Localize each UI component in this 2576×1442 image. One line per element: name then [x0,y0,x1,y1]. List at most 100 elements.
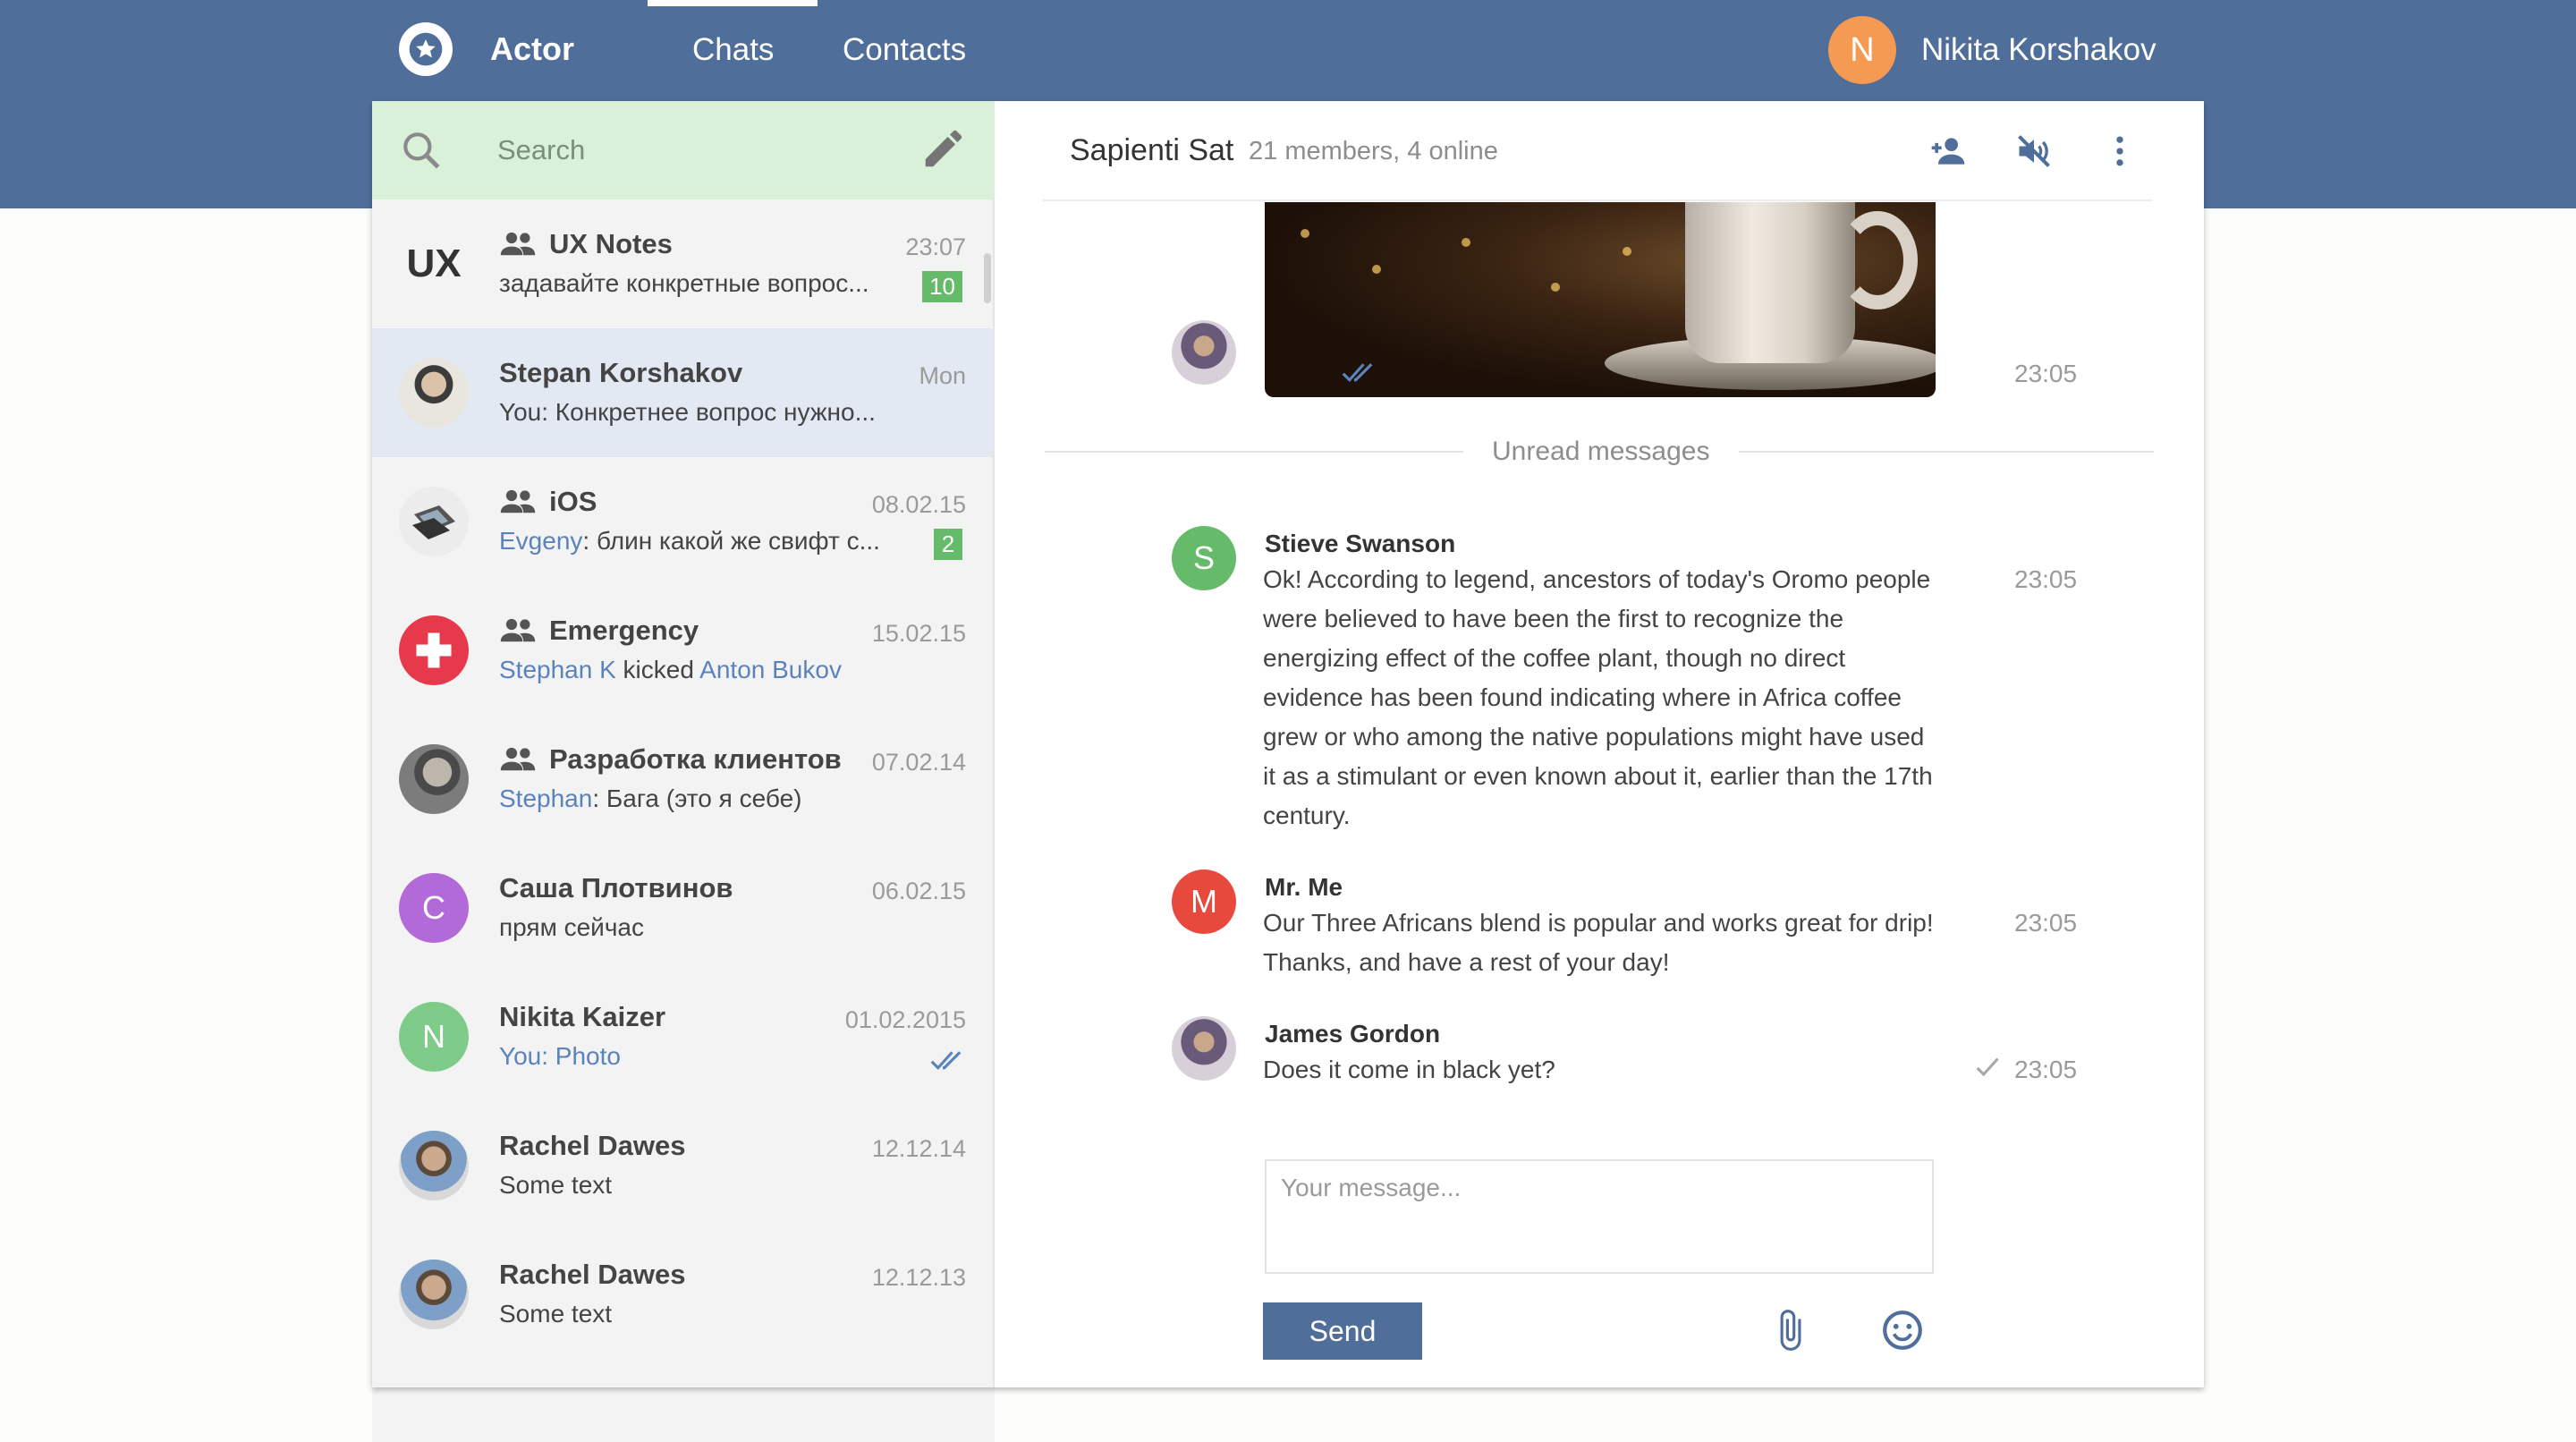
bokeh-light [1623,247,1631,256]
message-sender[interactable]: Mr. Me [1265,873,1343,902]
cup-handle-shape [1837,211,1918,310]
chat-title: Rachel Dawes [499,1130,686,1161]
group-icon [500,747,536,771]
more-options-icon[interactable] [2100,131,2140,171]
chat-avatar [399,615,469,685]
active-tab-indicator [648,0,818,6]
chat-list: UX UX Notes задавайте конкретные вопрос.… [372,199,993,1359]
chat-avatar [399,358,469,428]
preview-sender: You: Photo [499,1042,621,1070]
chat-title-row: Rachel Dawes [499,1130,686,1162]
chat-title-row: Nikita Kaizer [499,1001,665,1033]
chat-header: Sapienti Sat 21 members, 4 online [1043,101,2152,201]
message-sender[interactable]: James Gordon [1265,1020,1440,1048]
chat-avatar [399,1131,469,1200]
chat-avatar: C [399,873,469,943]
message-text: Does it come in black yet? [1263,1056,1555,1083]
chat-preview: Stephan: Бага (это я себе) [499,785,801,813]
unread-divider [1739,451,2154,453]
preview-text: kicked [615,656,700,683]
sidebar-extension [372,1387,995,1442]
message-time: 23:05 [2014,909,2078,937]
chat-time: 12.12.13 [871,1264,966,1291]
unread-badge: 10 [922,271,962,302]
chat-title-row: Rachel Dawes [499,1259,686,1291]
chat-time: 01.02.2015 [844,1006,966,1033]
chat-item[interactable]: iOS Evgeny: блин какой же свифт с... 08.… [372,457,993,586]
scrollbar-thumb[interactable] [984,253,991,303]
chat-preview: Some text [499,1300,613,1327]
chat-item[interactable]: N Nikita Kaizer You: Photo 01.02.2015 [372,972,993,1101]
tab-contacts[interactable]: Contacts [843,32,966,68]
chat-item[interactable]: Stepan Korshakov You: Конкретнее вопрос … [372,328,993,457]
message-avatar[interactable] [1172,1016,1236,1081]
message-avatar[interactable]: M [1172,869,1236,934]
double-check-icon [1342,363,1373,383]
chat-title: Nikita Kaizer [499,1001,666,1032]
members-count: 21 members, 4 online [1249,137,1498,165]
chat-item[interactable]: UX UX Notes задавайте конкретные вопрос.… [372,199,993,328]
search-bar [372,101,995,199]
user-avatar[interactable]: N [1828,16,1896,84]
chat-title-row: Саша Плотвинов [499,872,733,904]
preview-sender: Stephan K [499,656,616,683]
chat-title: iOS [549,486,597,517]
chat-title: UX Notes [549,228,673,259]
message-time: 23:05 [2014,565,2078,593]
conversation-name[interactable]: Sapienti Sat [1070,133,1233,168]
app-name: Actor [490,30,575,67]
chat-item[interactable]: C Саша Плотвинов прям сейчас 06.02.15 [372,844,993,972]
group-icon [500,232,536,256]
preview-text: : блин какой же свифт с... [582,527,880,555]
chat-avatar: N [399,1002,469,1072]
chat-item[interactable]: Emergency Stephan K kicked Anton Bukov 1… [372,586,993,715]
group-icon [500,489,536,513]
chat-title: Stepan Korshakov [499,357,743,388]
unread-badge: 2 [934,529,962,560]
bokeh-light [1551,283,1560,292]
message-avatar[interactable]: S [1172,526,1236,590]
send-button[interactable]: Send [1263,1302,1422,1360]
message-text: Our Three Africans blend is popular and … [1263,909,1934,976]
app-logo-icon[interactable] [399,22,453,76]
chat-title-row: Stepan Korshakov [499,357,742,389]
chat-item[interactable]: Разработка клиентов Stephan: Бага (это я… [372,715,993,844]
devices-icon [412,505,455,539]
compose-icon[interactable] [919,124,968,173]
chat-preview: You: Конкретнее вопрос нужно... [499,398,876,426]
chat-preview: прям сейчас [499,913,644,941]
chat-preview: Evgeny: блин какой же свифт с... [499,527,880,556]
cup-shape [1685,202,1855,363]
chat-title: Emergency [549,615,699,646]
chat-avatar [399,744,469,814]
chat-preview: Some text [499,1171,613,1199]
bokeh-light [1462,238,1470,247]
chat-avatar [399,487,469,556]
message-time: 23:05 [2014,1056,2078,1083]
chat-title-row: UX Notes [499,228,673,260]
message-avatar[interactable] [1172,320,1236,385]
chat-preview: You: Photo [499,1042,621,1071]
add-member-icon[interactable] [1928,131,1968,171]
chat-title-row: iOS [499,486,597,518]
user-name[interactable]: Nikita Korshakov [1921,32,2157,68]
chat-title: Разработка клиентов [549,743,842,775]
chat-time: 15.02.15 [871,620,966,647]
chat-item[interactable]: Rachel Dawes Some text 12.12.13 [372,1230,993,1359]
double-check-icon [930,1051,962,1071]
search-input[interactable] [497,128,855,173]
medical-cross-icon [416,632,452,668]
emoji-icon[interactable] [1880,1306,1925,1354]
preview-sender: Evgeny [499,527,583,555]
search-icon[interactable] [399,128,444,173]
message-input[interactable] [1265,1159,1934,1274]
chat-time: 23:07 [905,233,966,260]
preview-target: Anton Bukov [699,656,842,683]
chat-time: 06.02.15 [871,878,966,904]
attach-icon[interactable] [1767,1306,1812,1354]
chat-item[interactable]: Rachel Dawes Some text 12.12.14 [372,1101,993,1230]
tab-chats[interactable]: Chats [692,32,774,68]
message-sender[interactable]: Stieve Swanson [1265,530,1455,558]
bokeh-light [1301,229,1309,238]
mute-icon[interactable] [2014,131,2054,171]
